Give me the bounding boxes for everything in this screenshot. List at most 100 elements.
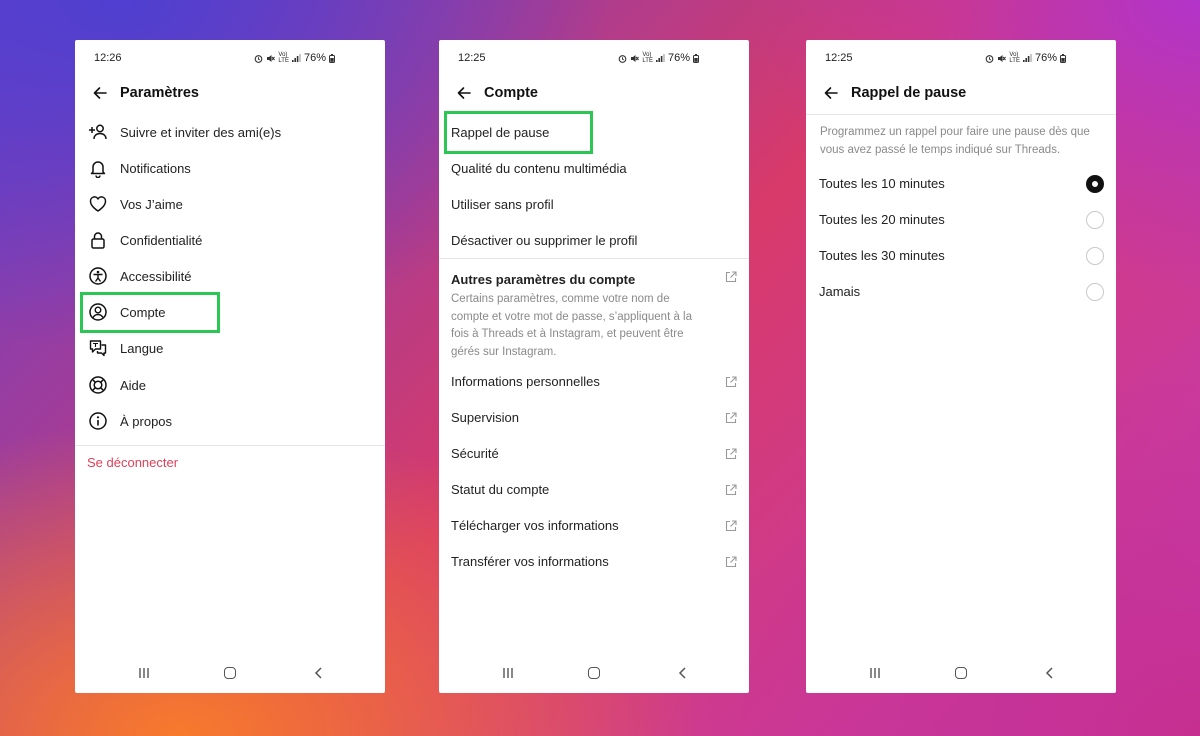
nav-back-icon[interactable]: [314, 667, 324, 679]
logout-button[interactable]: Se déconnecter: [87, 455, 178, 470]
radio-10-minutes[interactable]: [1086, 175, 1104, 193]
system-nav-bar: [806, 665, 1116, 681]
menu-item-media-quality[interactable]: Qualité du contenu multimédia: [451, 161, 627, 176]
divider: [75, 445, 385, 446]
menu-item-label: Confidentialité: [120, 232, 203, 248]
radio-30-minutes[interactable]: [1086, 247, 1104, 265]
radio-never[interactable]: [1086, 283, 1104, 301]
header: Compte: [439, 82, 749, 106]
status-icons: Vo) LTE 76%: [254, 52, 335, 64]
menu-item-help[interactable]: Aide: [75, 367, 385, 403]
option-never[interactable]: Jamais: [819, 284, 860, 299]
bell-icon: [90, 161, 106, 178]
external-link-icon[interactable]: [725, 376, 737, 388]
accessibility-icon: [89, 267, 107, 285]
help-lifebuoy-icon: [89, 376, 107, 394]
menu-item-privacy[interactable]: Confidentialité: [75, 222, 385, 258]
language-icon: [89, 340, 107, 357]
menu-item-label: Notifications: [120, 160, 191, 176]
menu-item-label: Accessibilité: [120, 268, 192, 284]
other-settings-description: Certains paramètres, comme votre nom de …: [451, 293, 693, 358]
battery-icon: [1060, 53, 1066, 63]
nav-back-icon[interactable]: [678, 667, 688, 679]
status-bar: 12:25 Vo) LTE 76%: [439, 52, 749, 66]
menu-item-security[interactable]: Sécurité: [451, 446, 499, 461]
menu-item-accessibility[interactable]: Accessibilité: [75, 258, 385, 294]
external-link-icon[interactable]: [725, 556, 737, 568]
mute-icon: [267, 54, 276, 62]
menu-item-likes[interactable]: Vos J’aime: [75, 186, 385, 222]
menu-item-use-without-profile[interactable]: Utiliser sans profil: [451, 197, 554, 212]
status-time: 12:25: [825, 52, 853, 64]
battery-percent: 76%: [667, 52, 690, 64]
home-icon[interactable]: [224, 667, 236, 679]
other-settings-title[interactable]: Autres paramètres du compte: [451, 272, 635, 287]
external-link-icon[interactable]: [725, 448, 737, 460]
network-icon: Vo) LTE: [1009, 52, 1020, 64]
settings-screen: 12:26 Vo) LTE 76% Paramètres Suivre et in…: [75, 40, 385, 693]
battery-percent: 76%: [303, 52, 326, 64]
divider: [439, 258, 749, 259]
external-link-icon[interactable]: [725, 412, 737, 424]
signal-icon: [655, 54, 665, 62]
home-icon[interactable]: [588, 667, 600, 679]
system-nav-bar: [439, 665, 749, 681]
network-icon: Vo) LTE: [278, 52, 289, 64]
menu-item-about[interactable]: À propos: [75, 403, 385, 439]
highlight-box: [444, 111, 593, 154]
page-title: Paramètres: [120, 85, 199, 101]
status-time: 12:25: [458, 52, 486, 64]
info-icon: [89, 412, 107, 430]
battery-percent: 76%: [1034, 52, 1057, 64]
recents-icon[interactable]: [869, 668, 881, 678]
back-arrow-icon[interactable]: [92, 85, 108, 101]
menu-item-invite-friends[interactable]: Suivre et inviter des ami(e)s: [75, 114, 385, 150]
recents-icon[interactable]: [502, 668, 514, 678]
status-bar: 12:26 Vo) LTE 76%: [75, 52, 385, 66]
status-time: 12:26: [94, 52, 122, 64]
external-link-icon[interactable]: [725, 271, 737, 283]
option-30-minutes[interactable]: Toutes les 30 minutes: [819, 248, 945, 263]
menu-item-deactivate-profile[interactable]: Désactiver ou supprimer le profil: [451, 233, 637, 248]
divider: [806, 114, 1116, 115]
menu-item-personal-info[interactable]: Informations personnelles: [451, 374, 600, 389]
battery-icon: [329, 53, 335, 63]
network-icon: Vo) LTE: [642, 52, 653, 64]
status-bar: 12:25 Vo) LTE 76%: [806, 52, 1116, 66]
nav-back-icon[interactable]: [1045, 667, 1055, 679]
lock-icon: [91, 232, 105, 249]
menu-item-label: Langue: [120, 340, 164, 356]
menu-item-language[interactable]: Langue: [75, 330, 385, 366]
radio-20-minutes[interactable]: [1086, 211, 1104, 229]
external-link-icon[interactable]: [725, 520, 737, 532]
option-20-minutes[interactable]: Toutes les 20 minutes: [819, 212, 945, 227]
header: Rappel de pause: [806, 82, 1116, 106]
signal-icon: [291, 54, 301, 62]
system-nav-bar: [75, 665, 385, 681]
back-arrow-icon[interactable]: [456, 85, 472, 101]
mute-icon: [998, 54, 1007, 62]
account-screen: 12:25 Vo) LTE 76% Compte Rappel de pause …: [439, 40, 749, 693]
option-10-minutes[interactable]: Toutes les 10 minutes: [819, 176, 945, 191]
menu-item-supervision[interactable]: Supervision: [451, 410, 519, 425]
external-link-icon[interactable]: [725, 484, 737, 496]
recents-icon[interactable]: [138, 668, 150, 678]
pause-reminder-screen: 12:25 Vo) LTE 76% Rappel de pause Program…: [806, 40, 1116, 693]
menu-item-label: À propos: [120, 413, 173, 429]
menu-item-account-status[interactable]: Statut du compte: [451, 482, 549, 497]
menu-item-transfer-info[interactable]: Transférer vos informations: [451, 554, 609, 569]
alarm-icon: [986, 54, 994, 63]
mute-icon: [631, 54, 640, 62]
alarm-icon: [255, 54, 263, 63]
signal-icon: [1022, 54, 1032, 62]
header: Paramètres: [75, 82, 385, 106]
menu-item-download-info[interactable]: Télécharger vos informations: [451, 518, 619, 533]
menu-item-label: Vos J’aime: [120, 196, 183, 212]
heart-icon: [89, 196, 107, 212]
home-icon[interactable]: [955, 667, 967, 679]
add-friend-icon: [89, 124, 107, 140]
back-arrow-icon[interactable]: [823, 85, 839, 101]
status-icons: Vo) LTE 76%: [618, 52, 699, 64]
menu-item-label: Aide: [120, 377, 147, 393]
menu-item-notifications[interactable]: Notifications: [75, 150, 385, 186]
